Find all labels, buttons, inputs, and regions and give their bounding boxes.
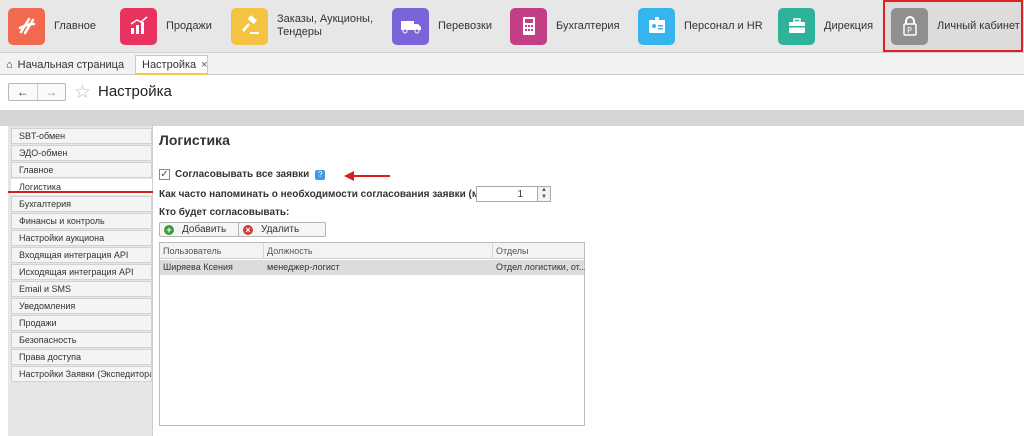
- sidebar-item-edo-exchange[interactable]: ЭДО-обмен: [11, 145, 152, 161]
- delete-button[interactable]: × Удалить: [238, 222, 326, 237]
- tab-home[interactable]: ⌂ Начальная страница: [6, 55, 124, 75]
- title-row: ← → ☆ Настройка: [0, 75, 1024, 110]
- cell-position: менеджер-логист: [267, 262, 340, 272]
- remind-interval-input[interactable]: [476, 186, 539, 202]
- tab-settings[interactable]: Настройка ×: [135, 55, 208, 75]
- sidebar-item-main[interactable]: Главное: [11, 162, 152, 178]
- approve-all-label: Согласовывать все заявки: [175, 169, 310, 180]
- back-arrow-icon[interactable]: ←: [9, 84, 37, 100]
- column-header-departments[interactable]: Отделы: [493, 243, 585, 259]
- id-card-icon: [638, 7, 675, 45]
- tab-home-label: Начальная страница: [17, 59, 125, 71]
- sidebar-item-security[interactable]: Безопасность: [11, 332, 152, 348]
- svg-text:P: P: [907, 26, 912, 35]
- sidebar-item-notifications[interactable]: Уведомления: [11, 298, 152, 314]
- table-header: Пользователь Должность Отделы: [160, 243, 584, 259]
- annotation-underline: [8, 191, 153, 193]
- spinner-icon[interactable]: ▲ ▼: [537, 186, 551, 202]
- section-title: Логистика: [159, 132, 230, 148]
- scribble-logo-icon: [8, 7, 45, 45]
- module-hr[interactable]: Персонал и HR: [638, 5, 763, 47]
- module-personal-cabinet[interactable]: P Личный кабинет: [883, 0, 1023, 52]
- calculator-icon: [510, 7, 547, 45]
- sidebar-item-request-settings[interactable]: Настройки Заявки (Экспедитора): [11, 366, 152, 382]
- module-transport[interactable]: Перевозки: [392, 5, 492, 47]
- column-header-user[interactable]: Пользователь: [160, 243, 264, 259]
- module-label: Продажи: [166, 19, 212, 32]
- settings-panel: Логистика ✓ Согласовывать все заявки ? К…: [154, 126, 1024, 436]
- star-icon[interactable]: ☆: [74, 81, 91, 104]
- module-label: Перевозки: [438, 19, 492, 32]
- info-icon[interactable]: ?: [315, 169, 326, 180]
- remind-label: Как часто напоминать о необходимости сог…: [159, 189, 499, 200]
- briefcase-icon: [778, 7, 815, 45]
- module-label: Заказы, Аукционы, Тендеры: [277, 13, 373, 38]
- column-header-position[interactable]: Должность: [264, 243, 493, 259]
- delete-button-label: Удалить: [261, 224, 300, 235]
- sidebar-item-incoming-api[interactable]: Входящая интеграция API: [11, 247, 152, 263]
- lock-icon: P: [891, 7, 928, 45]
- gavel-icon: [231, 7, 268, 45]
- close-icon[interactable]: ×: [201, 59, 207, 71]
- module-direction[interactable]: Дирекция: [778, 5, 873, 47]
- table-row[interactable]: Ширяева Ксения менеджер-логист Отдел лог…: [160, 260, 585, 275]
- module-bar: Главное Продажи Заказы, Аукционы, Тендер…: [0, 0, 1024, 53]
- sidebar-item-finance[interactable]: Финансы и контроль: [11, 213, 152, 229]
- page-title: Настройка: [98, 83, 172, 100]
- sales-chart-icon: [120, 7, 157, 45]
- module-label: Дирекция: [824, 19, 874, 32]
- annotation-arrow: [353, 175, 390, 177]
- nav-buttons: ← →: [8, 83, 66, 101]
- truck-icon: [392, 7, 429, 45]
- module-accounting[interactable]: Бухгалтерия: [510, 5, 620, 47]
- sidebar-item-accounting[interactable]: Бухгалтерия: [11, 196, 152, 212]
- annotation-arrow-head: [344, 171, 354, 181]
- module-label: Персонал и HR: [684, 19, 763, 32]
- sidebar-item-access-rights[interactable]: Права доступа: [11, 349, 152, 365]
- cell-user: Ширяева Ксения: [163, 262, 233, 272]
- approvers-table: Пользователь Должность Отделы Ширяева Кс…: [159, 242, 585, 426]
- module-main[interactable]: Главное: [8, 5, 96, 47]
- add-button[interactable]: + Добавить: [159, 222, 245, 237]
- delete-icon: ×: [243, 224, 253, 235]
- sidebar-item-outgoing-api[interactable]: Исходящая интеграция API: [11, 264, 152, 280]
- tab-strip: ⌂ Начальная страница Настройка ×: [0, 53, 1024, 75]
- approvers-label: Кто будет согласовывать:: [159, 207, 290, 218]
- tab-settings-label: Настройка: [142, 58, 197, 71]
- sidebar-item-auction-settings[interactable]: Настройки аукциона: [11, 230, 152, 246]
- module-label: Бухгалтерия: [556, 19, 620, 32]
- sidebar-item-email-sms[interactable]: Email и SMS: [11, 281, 152, 297]
- sidebar-item-sbt-exchange[interactable]: SBT-обмен: [11, 128, 152, 144]
- approve-all-row: ✓ Согласовывать все заявки ?: [159, 169, 326, 180]
- home-icon: ⌂: [6, 59, 13, 71]
- forward-arrow-icon[interactable]: →: [36, 84, 66, 100]
- sidebar-item-sales[interactable]: Продажи: [11, 315, 152, 331]
- sidebar: SBT-обмен ЭДО-обмен Главное Логистика Бу…: [8, 126, 153, 436]
- module-orders[interactable]: Заказы, Аукционы, Тендеры: [231, 5, 373, 47]
- add-button-label: Добавить: [182, 224, 227, 235]
- module-sales[interactable]: Продажи: [120, 5, 212, 47]
- toolbar-strip: [0, 110, 1024, 126]
- module-label: Главное: [54, 19, 97, 32]
- module-label: Личный кабинет: [937, 19, 1020, 32]
- cell-departments: Отдел логистики, от...: [496, 262, 585, 272]
- plus-icon: +: [164, 224, 174, 235]
- approve-all-checkbox[interactable]: ✓: [159, 169, 170, 180]
